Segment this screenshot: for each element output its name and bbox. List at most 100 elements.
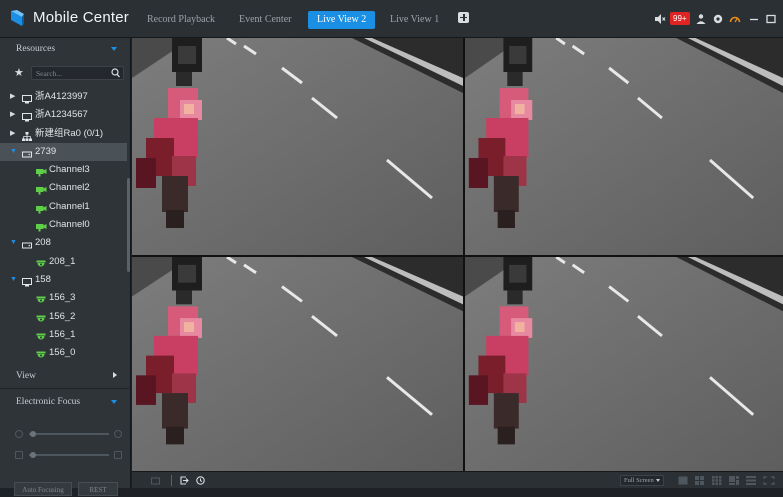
- favorite-star-icon[interactable]: ★: [14, 66, 24, 80]
- fullscreen-icon[interactable]: [763, 476, 775, 485]
- tree-channel-item[interactable]: 156_3: [0, 289, 127, 307]
- resources-header-label: Resources: [16, 44, 56, 54]
- app-title: Mobile Center: [33, 9, 129, 26]
- tree-channel-item[interactable]: Channel0: [0, 216, 127, 234]
- chevron-down-icon: [656, 479, 660, 482]
- video-pane[interactable]: [132, 257, 463, 471]
- minimize-icon[interactable]: [748, 13, 760, 25]
- auto-focusing-button[interactable]: Auto Focusing: [14, 482, 72, 496]
- electronic-focus-label: Electronic Focus: [16, 397, 81, 407]
- tab-record-playback[interactable]: Record Playback: [147, 12, 215, 28]
- snapshot-icon[interactable]: [151, 476, 160, 485]
- focus-near-icon[interactable]: [15, 451, 23, 459]
- reset-button[interactable]: REST: [78, 482, 118, 496]
- search-box[interactable]: [31, 66, 124, 80]
- tree-scrollbar[interactable]: [127, 178, 130, 272]
- view-header-label: View: [16, 371, 37, 381]
- tree-node[interactable]: ▼ 2739: [0, 142, 127, 162]
- tree-node-label: 156_0: [49, 347, 76, 359]
- tree-node-label: 208_1: [49, 255, 76, 267]
- electronic-focus-header[interactable]: Electronic Focus: [0, 393, 131, 411]
- tree-channel-item[interactable]: Channel3: [0, 161, 127, 179]
- resource-tree: ▶ 浙A4123997 ▶ 浙A1234567 ▶ 新建组Ra0 (0/1) ▼ 2739 Ch…: [0, 88, 127, 362]
- zoom-slider-knob[interactable]: [30, 431, 36, 437]
- tree-node[interactable]: ▶ 浙A1234567: [0, 106, 127, 124]
- tree-node-label: 新建组Ra0 (0/1): [35, 127, 104, 139]
- video-frame-image: [465, 257, 783, 471]
- video-pane[interactable]: [465, 38, 783, 255]
- focus-controls: Auto Focusing REST: [0, 420, 131, 496]
- tree-node-label: 浙A4123997: [35, 91, 88, 102]
- divider: [0, 388, 131, 389]
- tree-channel-item[interactable]: Channel1: [0, 198, 127, 216]
- tree-node-label: 208: [35, 237, 51, 249]
- zoom-out-icon[interactable]: [15, 430, 23, 438]
- tree-node-label: Channel0: [49, 219, 90, 231]
- exit-icon[interactable]: [180, 476, 189, 485]
- search-input[interactable]: [36, 67, 106, 79]
- tree-channel-item[interactable]: 156_1: [0, 326, 127, 344]
- search-row: ★: [0, 64, 131, 82]
- tree-node-label: 158: [35, 273, 51, 285]
- add-tab-icon[interactable]: [458, 12, 469, 23]
- tree-channel-item[interactable]: 156_0: [0, 344, 127, 362]
- view-section-header[interactable]: View: [0, 367, 131, 385]
- tree-channel-item[interactable]: 208_1: [0, 253, 127, 271]
- expand-right-icon[interactable]: ▶: [10, 125, 15, 143]
- layout-custom-icon[interactable]: [729, 476, 739, 485]
- settings-gear-icon[interactable]: [712, 13, 724, 25]
- tree-node[interactable]: ▶ 浙A4123997: [0, 88, 127, 106]
- fullscreen-select[interactable]: Full Screen: [620, 475, 664, 486]
- tree-node-label: Channel2: [49, 182, 90, 194]
- resources-section-header[interactable]: Resources: [0, 40, 131, 58]
- layout-list-icon[interactable]: [746, 476, 756, 485]
- dome-camera-icon: [36, 349, 46, 367]
- video-frame-image: [132, 257, 463, 471]
- divider: [171, 475, 172, 486]
- video-pane[interactable]: [465, 257, 783, 471]
- app-logo-icon: [11, 10, 24, 26]
- chevron-down-icon: [111, 47, 117, 51]
- alarm-badge[interactable]: 99+: [670, 12, 690, 25]
- layout-3x3-icon[interactable]: [712, 476, 722, 485]
- expand-down-icon[interactable]: ▼: [10, 143, 17, 161]
- expand-down-icon[interactable]: ▼: [10, 234, 17, 252]
- tree-node[interactable]: ▶ 新建组Ra0 (0/1): [0, 125, 127, 143]
- tree-channel-item[interactable]: Channel2: [0, 179, 127, 197]
- tree-node-label: 156_2: [49, 310, 76, 322]
- tree-node[interactable]: ▼ 158: [0, 271, 127, 289]
- layout-1x1-icon[interactable]: [678, 476, 688, 485]
- tab-event-center[interactable]: Event Center: [239, 12, 291, 28]
- tab-live-view-2[interactable]: Live View 2: [308, 11, 376, 29]
- bottom-toolbar: Full Screen: [132, 471, 783, 488]
- video-frame-image: [132, 38, 463, 255]
- expand-right-icon[interactable]: ▶: [10, 88, 15, 106]
- search-icon[interactable]: [111, 68, 120, 78]
- chevron-down-icon: [111, 400, 117, 404]
- tree-node-label: 2739: [35, 145, 57, 157]
- zoom-in-icon[interactable]: [114, 430, 122, 438]
- performance-gauge-icon[interactable]: [729, 13, 741, 25]
- tab-live-view-1[interactable]: Live View 1: [390, 12, 439, 28]
- focus-slider[interactable]: [29, 454, 109, 456]
- expand-down-icon[interactable]: ▼: [10, 271, 17, 289]
- fullscreen-select-label: Full Screen: [624, 477, 654, 484]
- top-bar: Mobile Center Record Playback Event Cent…: [0, 0, 783, 38]
- layout-2x2-icon[interactable]: [695, 476, 705, 485]
- expand-right-icon[interactable]: ▶: [10, 106, 15, 124]
- tree-channel-item[interactable]: 156_2: [0, 308, 127, 326]
- focus-slider-knob[interactable]: [30, 452, 36, 458]
- resource-sidebar: Resources ★ ▶ 浙A4123997 ▶ 浙A1234567 ▶ 新建组Ra0 …: [0, 38, 131, 496]
- tree-node-label: Channel1: [49, 200, 90, 212]
- focus-far-icon[interactable]: [114, 451, 122, 459]
- tree-node-label: 浙A1234567: [35, 109, 88, 121]
- zoom-slider[interactable]: [29, 433, 109, 435]
- clock-icon[interactable]: [196, 476, 205, 485]
- user-icon[interactable]: [695, 13, 707, 25]
- speaker-mute-icon[interactable]: [654, 13, 666, 25]
- tree-node[interactable]: ▼ 208: [0, 234, 127, 252]
- video-pane[interactable]: [132, 38, 463, 255]
- video-frame-image: [465, 38, 783, 255]
- maximize-icon[interactable]: [765, 13, 777, 25]
- chevron-right-icon: [113, 372, 117, 378]
